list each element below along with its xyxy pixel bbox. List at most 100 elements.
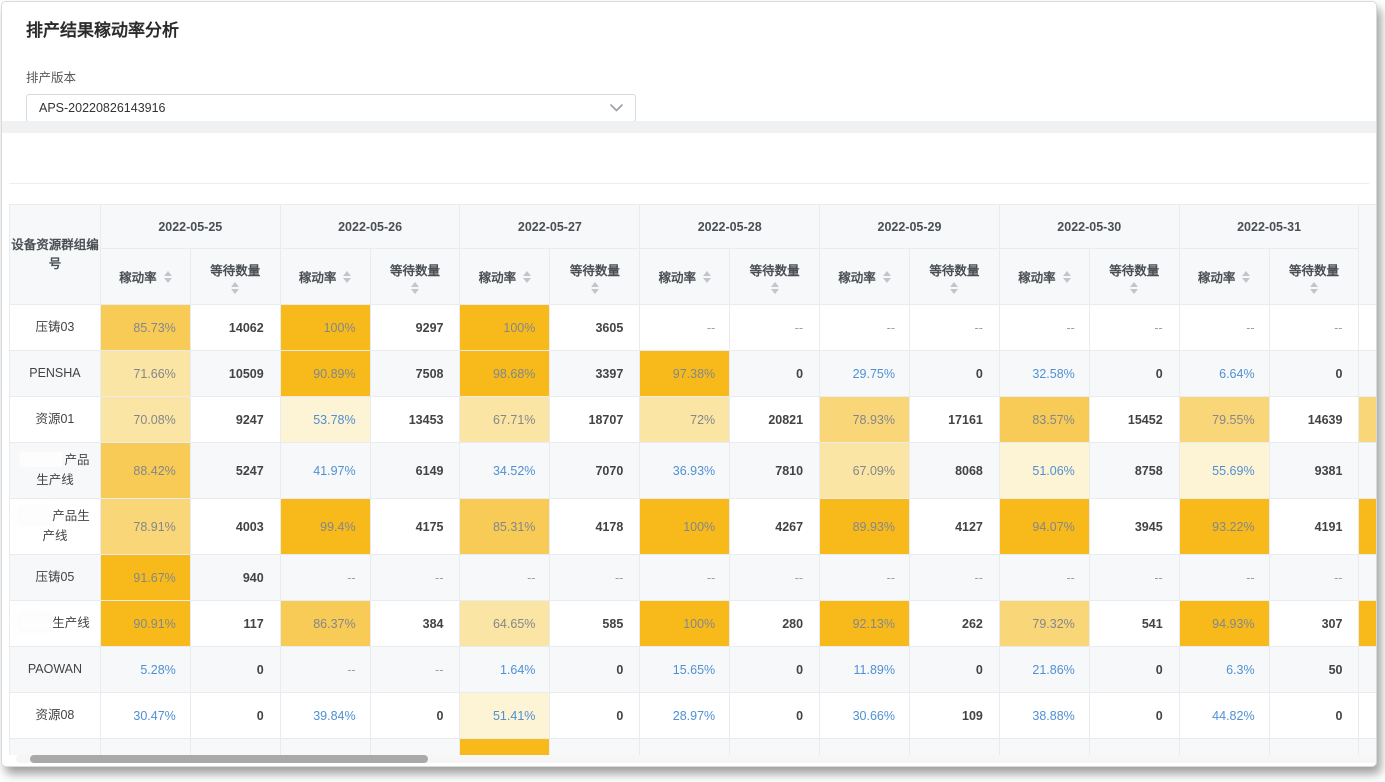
utilization-rate-cell[interactable]: 67.09%: [820, 443, 910, 499]
utilization-rate-cell[interactable]: 91.67%: [100, 555, 190, 601]
sort-button[interactable]: [950, 282, 958, 294]
waiting-quantity-cell: 0: [550, 647, 640, 693]
utilization-rate-cell: --: [280, 555, 370, 601]
utilization-rate-cell: --: [999, 305, 1089, 351]
utilization-rate-cell[interactable]: 55.69%: [1179, 443, 1269, 499]
utilization-rate-cell: --: [820, 555, 910, 601]
utilization-rate-cell[interactable]: 5.28%: [100, 647, 190, 693]
sort-button[interactable]: [883, 271, 891, 283]
utilization-rate-cell[interactable]: 94.93%: [1179, 601, 1269, 647]
utilization-rate-cell[interactable]: 71.66%: [100, 351, 190, 397]
utilization-rate-cell[interactable]: 36.93%: [640, 443, 730, 499]
waiting-quantity-cell: 7508: [370, 351, 460, 397]
utilization-rate-cell[interactable]: 89.93%: [820, 499, 910, 555]
utilization-rate-cell[interactable]: 78.93%: [820, 397, 910, 443]
waiting-quantity-cell: 4191: [1269, 499, 1359, 555]
utilization-rate-cell[interactable]: 32.58%: [999, 351, 1089, 397]
utilization-rate-cell[interactable]: 79.32%: [999, 601, 1089, 647]
sort-button[interactable]: [343, 271, 351, 283]
utilization-rate-cell[interactable]: 29.75%: [820, 351, 910, 397]
waiting-quantity-cell: 50: [1269, 647, 1359, 693]
waiting-quantity-cell: 9247: [190, 397, 280, 443]
utilization-rate-cell[interactable]: 97.38%: [640, 351, 730, 397]
utilization-rate-cell[interactable]: 51.06%: [999, 443, 1089, 499]
utilization-rate-cell[interactable]: 53.78%: [280, 397, 370, 443]
utilization-rate-cell[interactable]: 6.3%: [1179, 647, 1269, 693]
caret-down-icon: [1130, 289, 1138, 294]
utilization-rate-cell[interactable]: 79.55%: [1179, 397, 1269, 443]
page-title: 排产结果稼动率分析: [26, 16, 1352, 41]
utilization-rate-cell[interactable]: 98.68%: [460, 351, 550, 397]
utilization-rate-cell[interactable]: 38.88%: [999, 693, 1089, 739]
scrollbar-thumb[interactable]: [30, 755, 428, 763]
sort-button[interactable]: [523, 271, 531, 283]
utilization-rate-cell[interactable]: 100%: [280, 305, 370, 351]
utilization-rate-cell[interactable]: 28.97%: [640, 693, 730, 739]
table-row: 压铸0591.67%940------------------------: [10, 555, 1377, 601]
waiting-quantity-cell: [909, 739, 999, 755]
sort-button[interactable]: [1310, 282, 1318, 294]
sort-button[interactable]: [703, 271, 711, 283]
utilization-rate-cell[interactable]: 100%: [640, 499, 730, 555]
utilization-rate-cell[interactable]: 93.22%: [1179, 499, 1269, 555]
sort-button[interactable]: [411, 282, 419, 294]
waiting-quantity-cell: --: [550, 555, 640, 601]
utilization-rate-cell[interactable]: 85.31%: [460, 499, 550, 555]
sort-button[interactable]: [1130, 282, 1138, 294]
redaction-box: [20, 508, 50, 523]
utilization-rate-cell[interactable]: 99.4%: [280, 499, 370, 555]
sort-button[interactable]: [591, 282, 599, 294]
utilization-rate-cell[interactable]: 34.52%: [460, 443, 550, 499]
utilization-rate-cell[interactable]: 86.37%: [280, 601, 370, 647]
horizontal-scrollbar[interactable]: [16, 755, 1377, 763]
sort-button[interactable]: [771, 282, 779, 294]
waiting-quantity-cell: 0: [1089, 351, 1179, 397]
sort-button[interactable]: [231, 282, 239, 294]
version-select[interactable]: APS-20220826143916: [26, 94, 636, 122]
utilization-rate-cell[interactable]: 30.66%: [820, 693, 910, 739]
waiting-quantity-cell: 0: [1269, 693, 1359, 739]
utilization-rate-cell[interactable]: 100%: [640, 601, 730, 647]
waiting-quantity-cell: 384: [370, 601, 460, 647]
utilization-rate-cell[interactable]: 100%: [460, 305, 550, 351]
waiting-quantity-cell: 585: [550, 601, 640, 647]
waiting-quantity-cell: 0: [1089, 647, 1179, 693]
utilization-rate-cell[interactable]: 72%: [640, 397, 730, 443]
waiting-quantity-cell: 8068: [909, 443, 999, 499]
caret-down-icon: [950, 289, 958, 294]
utilization-rate-cell[interactable]: 39.84%: [280, 693, 370, 739]
waiting-quantity-cell: 7810: [730, 443, 820, 499]
utilization-rate-cell[interactable]: 70.08%: [100, 397, 190, 443]
utilization-rate-cell[interactable]: 90.89%: [280, 351, 370, 397]
utilization-rate-cell[interactable]: 90.91%: [100, 601, 190, 647]
utilization-rate-cell[interactable]: 51.41%: [460, 693, 550, 739]
app-window: 排产结果稼动率分析 排产版本 APS-20220826143916 设备资源群组…: [1, 1, 1377, 767]
utilization-rate-cell[interactable]: 88.42%: [100, 443, 190, 499]
sort-button[interactable]: [1242, 271, 1250, 283]
waiting-quantity-cell: 4178: [550, 499, 640, 555]
overflow-cell: [1359, 499, 1376, 555]
table-header-row-metrics: 稼动率等待数量稼动率等待数量稼动率等待数量稼动率等待数量稼动率等待数量稼动率等待…: [10, 249, 1377, 305]
utilization-rate-cell[interactable]: 78.91%: [100, 499, 190, 555]
utilization-rate-cell[interactable]: 85.73%: [100, 305, 190, 351]
utilization-rate-cell[interactable]: 30.47%: [100, 693, 190, 739]
col-header-date: 2022-05-26: [280, 205, 460, 249]
sort-button[interactable]: [1063, 271, 1071, 283]
caret-up-icon: [703, 271, 711, 276]
utilization-rate-cell[interactable]: 44.82%: [1179, 693, 1269, 739]
utilization-rate-cell[interactable]: 6.64%: [1179, 351, 1269, 397]
utilization-rate-cell[interactable]: 11.89%: [820, 647, 910, 693]
utilization-rate-cell[interactable]: 92.13%: [820, 601, 910, 647]
utilization-rate-cell[interactable]: 67.71%: [460, 397, 550, 443]
overflow-cell: [1359, 555, 1376, 601]
sort-button[interactable]: [164, 271, 172, 283]
utilization-rate-cell[interactable]: 83.57%: [999, 397, 1089, 443]
utilization-rate-cell: [280, 739, 370, 755]
utilization-rate-cell[interactable]: 15.65%: [640, 647, 730, 693]
utilization-rate-cell[interactable]: 21.86%: [999, 647, 1089, 693]
utilization-rate-cell[interactable]: 94.07%: [999, 499, 1089, 555]
utilization-rate-cell[interactable]: 1.64%: [460, 647, 550, 693]
utilization-rate-cell[interactable]: 41.97%: [280, 443, 370, 499]
caret-down-icon: [1063, 278, 1071, 283]
utilization-rate-cell[interactable]: 64.65%: [460, 601, 550, 647]
